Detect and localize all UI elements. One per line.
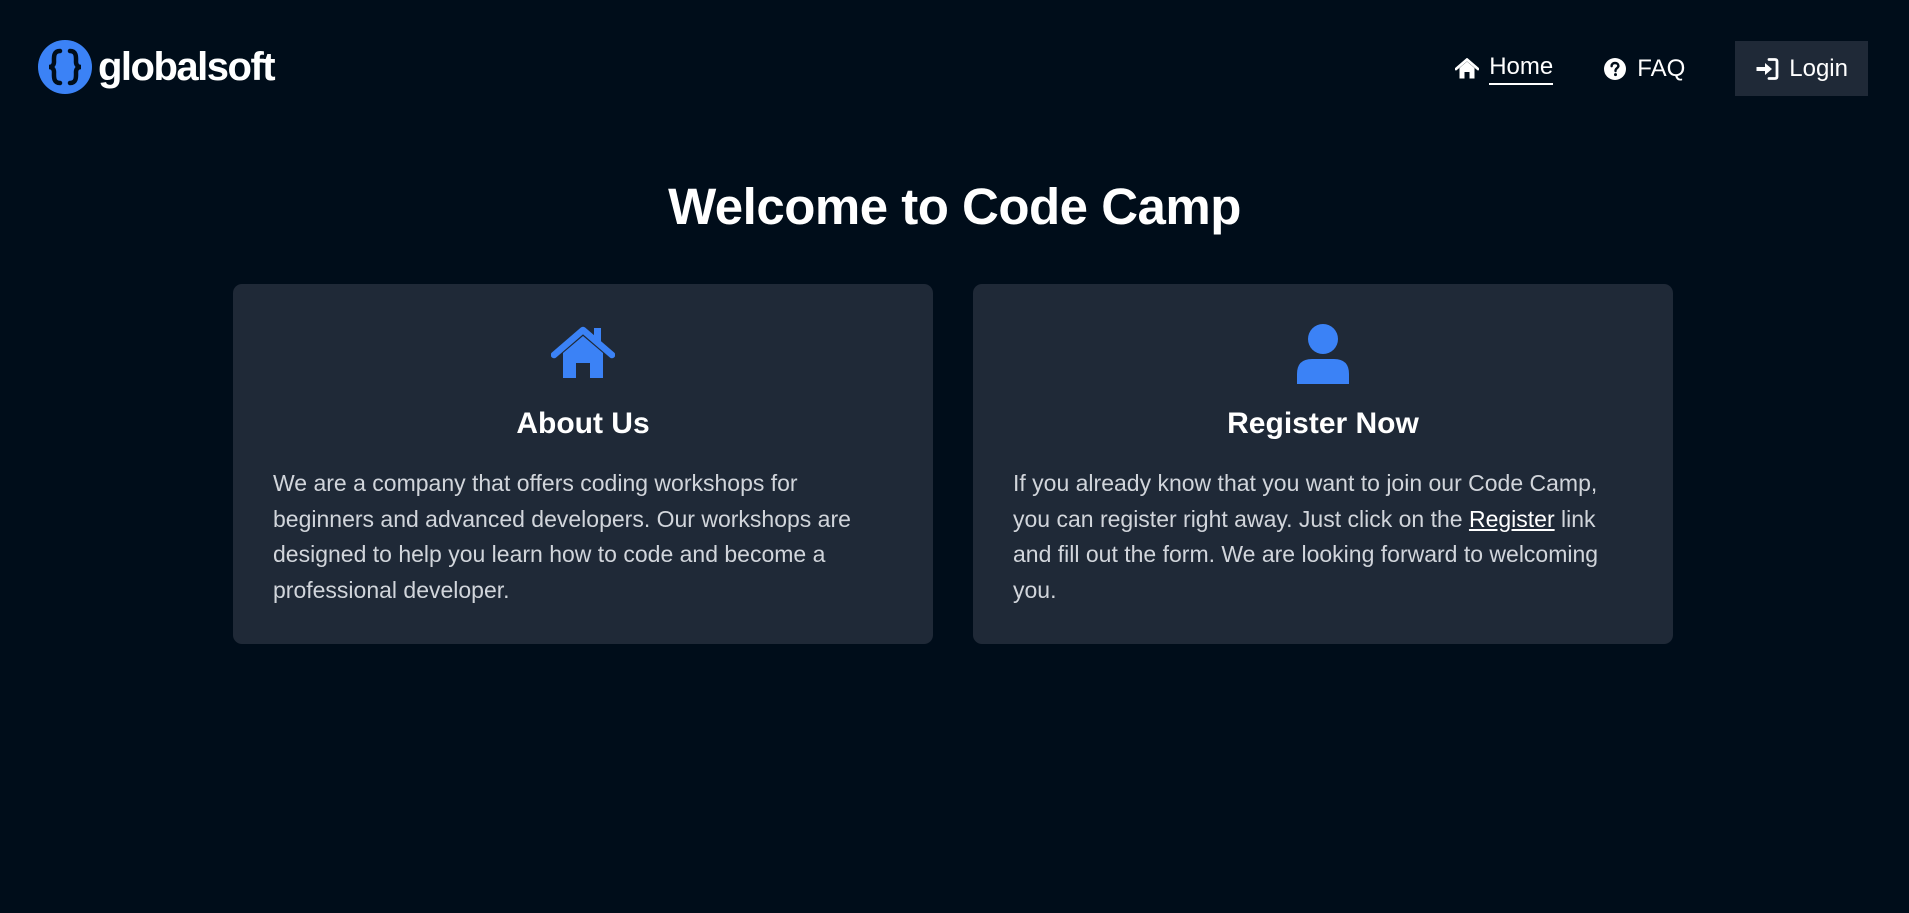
brand-logo-link[interactable]: globalsoft xyxy=(38,40,276,94)
about-us-card: About Us We are a company that offers co… xyxy=(233,284,933,644)
nav-home-link[interactable]: Home xyxy=(1455,53,1554,85)
main-nav: Home FAQ Login xyxy=(1455,41,1868,96)
nav-faq-link[interactable]: FAQ xyxy=(1603,55,1685,83)
user-icon xyxy=(1297,324,1349,384)
sign-in-icon xyxy=(1756,57,1779,80)
nav-home-label: Home xyxy=(1489,53,1554,85)
page-title: Welcome to Code Camp xyxy=(668,178,1241,235)
code-braces-logo-icon xyxy=(38,40,92,94)
about-us-title: About Us xyxy=(516,407,650,440)
login-button[interactable]: Login xyxy=(1735,41,1868,96)
register-now-text: If you already know that you want to joi… xyxy=(1013,466,1633,608)
house-icon xyxy=(551,326,615,378)
login-label: Login xyxy=(1789,54,1848,82)
home-icon xyxy=(1455,57,1480,78)
brand-name: globalsoft xyxy=(98,45,276,89)
about-us-text: We are a company that offers coding work… xyxy=(273,470,851,603)
register-link[interactable]: Register xyxy=(1469,506,1555,532)
question-circle-icon xyxy=(1604,57,1627,80)
register-now-card: Register Now If you already know that yo… xyxy=(973,284,1673,644)
register-now-title: Register Now xyxy=(1227,407,1419,440)
top-navbar: globalsoft Home FAQ Login xyxy=(0,0,1909,135)
nav-faq-label: FAQ xyxy=(1637,54,1686,82)
